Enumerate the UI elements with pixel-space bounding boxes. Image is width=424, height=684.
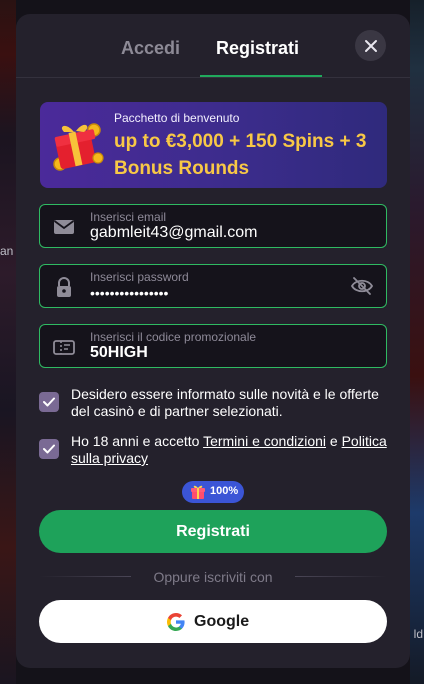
mail-icon	[53, 220, 75, 234]
terms-text-before: Ho 18 anni e accetto	[71, 433, 204, 449]
background-text-right: ld	[413, 627, 423, 641]
email-label: Inserisci email	[90, 210, 167, 224]
password-field[interactable]: Inserisci password ••••••••••••••••	[39, 264, 387, 308]
divider-text: Oppure iscriviti con	[153, 569, 273, 585]
newsletter-text: Desidero essere informato sulle novità e…	[71, 386, 379, 419]
email-field[interactable]: Inserisci email gabmleit43@gmail.com	[39, 204, 387, 248]
banner-headline: up to €3,000 + 150 Spins + 3 Bonus Round…	[114, 131, 367, 179]
newsletter-checkbox[interactable]	[39, 392, 59, 412]
registration-modal: Accedi Registrati Pacchetto di benvenuto…	[16, 14, 410, 668]
terms-checkbox[interactable]	[39, 439, 59, 459]
welcome-bonus-banner[interactable]: Pacchetto di benvenuto up to €3,000 + 15…	[40, 102, 387, 188]
google-icon	[167, 613, 185, 631]
tab-login[interactable]: Accedi	[121, 38, 180, 59]
checkmark-icon	[43, 444, 55, 454]
background-left	[0, 0, 16, 684]
banner-subtitle: Pacchetto di benvenuto	[114, 111, 240, 125]
tab-register[interactable]: Registrati	[216, 38, 299, 59]
terms-text-middle: e	[326, 433, 342, 449]
active-tab-indicator	[200, 75, 322, 77]
password-label: Inserisci password	[90, 270, 189, 284]
close-icon	[364, 39, 377, 52]
background-right	[410, 0, 424, 684]
bonus-badge-text: 100%	[210, 485, 239, 497]
google-button-label: Google	[194, 613, 250, 630]
promo-code-label: Inserisci il codice promozionale	[90, 330, 257, 344]
promo-code-input[interactable]: 50HIGH	[90, 344, 360, 362]
promo-code-field[interactable]: Inserisci il codice promozionale 50HIGH	[39, 324, 387, 368]
lock-icon	[57, 277, 71, 297]
google-signup-button[interactable]: Google	[39, 600, 387, 643]
gift-icon	[53, 123, 104, 171]
password-input[interactable]: ••••••••••••••••	[90, 285, 360, 301]
email-input[interactable]: gabmleit43@gmail.com	[90, 224, 360, 242]
terms-link[interactable]: Termini e condizioni	[203, 433, 326, 449]
background-text-left: an	[0, 244, 14, 258]
eye-off-icon[interactable]	[351, 276, 373, 296]
close-button[interactable]	[355, 30, 386, 61]
bonus-badge: 100%	[182, 481, 244, 503]
checkmark-icon	[43, 397, 55, 407]
terms-text: Ho 18 anni e accetto Termini e condizion…	[71, 433, 389, 467]
gift-icon	[191, 485, 205, 499]
ticket-icon	[53, 340, 75, 355]
register-button[interactable]: Registrati	[39, 510, 387, 553]
tab-bar: Accedi Registrati	[16, 14, 410, 78]
